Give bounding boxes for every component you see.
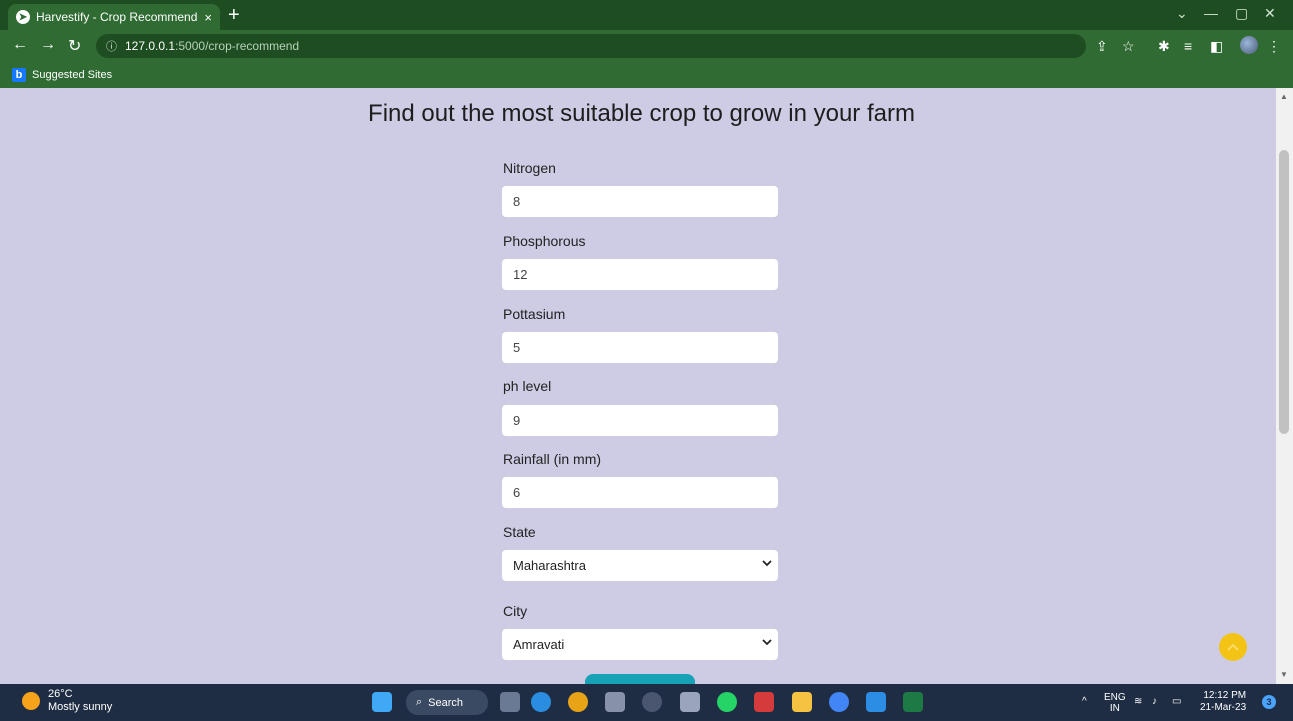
- lang-top: ENG: [1104, 692, 1126, 703]
- close-window-icon[interactable]: ✕: [1264, 5, 1276, 22]
- menu-kebab-icon[interactable]: ⋮: [1267, 38, 1281, 55]
- windows-taskbar: 26°C Mostly sunny ⌕ Search ^ ENG IN ≋ ♪ …: [0, 684, 1293, 721]
- reload-icon[interactable]: ↻: [68, 36, 81, 56]
- state-select[interactable]: Maharashtra: [502, 550, 778, 581]
- search-icon: ⌕: [416, 696, 423, 708]
- extensions-icon[interactable]: ✱: [1158, 38, 1170, 55]
- pottasium-label: Pottasium: [503, 306, 566, 322]
- lang-bottom: IN: [1109, 703, 1120, 714]
- rainfall-label: Rainfall (in mm): [503, 451, 602, 467]
- tab-search-chevron-icon[interactable]: ⌄: [1176, 5, 1188, 22]
- city-selected-value: Amravati: [513, 637, 565, 652]
- site-favicon-icon: ➤: [16, 10, 30, 24]
- pottasium-input[interactable]: 5: [502, 332, 778, 363]
- chevron-down-icon: [762, 639, 772, 646]
- vscode-icon[interactable]: [866, 692, 886, 712]
- scrollbar-thumb[interactable]: [1279, 150, 1289, 434]
- phosphorous-input[interactable]: 12: [502, 259, 778, 290]
- address-bar-row: ← → ↻ ⓘ 127.0.0.1 :5000/crop-recommend ⇪…: [0, 30, 1293, 62]
- forward-arrow-icon[interactable]: →: [40, 36, 56, 54]
- sunny-weather-icon: [22, 692, 40, 710]
- chevron-up-icon: [1227, 643, 1239, 651]
- media-app-icon[interactable]: [754, 692, 774, 712]
- temperature: 26°C: [48, 688, 73, 700]
- bookmark-star-icon[interactable]: ☆: [1122, 38, 1135, 55]
- windows-start-icon[interactable]: [372, 692, 392, 712]
- browser-tab[interactable]: ➤ Harvestify - Crop Recommendati ×: [8, 4, 220, 30]
- tab-title: Harvestify - Crop Recommendati: [36, 10, 199, 24]
- back-to-top-button[interactable]: [1219, 633, 1247, 661]
- city-label: City: [503, 603, 528, 619]
- restore-icon[interactable]: ▢: [1235, 5, 1248, 22]
- media-player-icon[interactable]: [642, 692, 662, 712]
- task-view-icon[interactable]: [500, 692, 520, 712]
- profile-avatar[interactable]: [1240, 36, 1258, 54]
- state-selected-value: Maharashtra: [513, 558, 586, 573]
- minimize-icon[interactable]: —: [1204, 5, 1218, 21]
- tray-chevron-up-icon[interactable]: ^: [1082, 696, 1087, 707]
- whatsapp-icon[interactable]: [717, 692, 737, 712]
- ph-level-label: ph level: [503, 378, 552, 394]
- new-tab-button[interactable]: +: [228, 5, 240, 25]
- site-info-icon[interactable]: ⓘ: [106, 38, 117, 54]
- phosphorous-label: Phosphorous: [503, 233, 586, 249]
- page-content: Find out the most suitable crop to grow …: [0, 88, 1276, 684]
- back-arrow-icon[interactable]: ←: [12, 36, 28, 54]
- weather-widget[interactable]: 26°C Mostly sunny: [22, 688, 112, 714]
- share-icon[interactable]: ⇪: [1096, 38, 1108, 55]
- file-explorer-icon[interactable]: [792, 692, 812, 712]
- battery-icon[interactable]: ▭: [1172, 696, 1181, 707]
- chrome-icon[interactable]: [568, 692, 588, 712]
- notification-badge[interactable]: 3: [1262, 695, 1276, 709]
- bookmark-suggested-sites[interactable]: Suggested Sites: [32, 69, 112, 81]
- reading-list-icon[interactable]: ≡: [1184, 38, 1192, 54]
- taskbar-search[interactable]: ⌕ Search: [406, 690, 488, 715]
- edge-icon[interactable]: [531, 692, 551, 712]
- language-indicator[interactable]: ENG IN: [1104, 692, 1126, 714]
- side-panel-icon[interactable]: ◧: [1210, 38, 1223, 55]
- nitrogen-label: Nitrogen: [503, 160, 556, 176]
- predict-button[interactable]: [585, 674, 695, 684]
- clock-time: 12:12 PM: [1203, 690, 1247, 701]
- page-scrollbar[interactable]: ▲ ▼: [1276, 88, 1293, 684]
- system-clock[interactable]: 12:12 PM 21-Mar-23: [1200, 690, 1246, 714]
- city-select[interactable]: Amravati: [502, 629, 778, 660]
- scroll-down-arrow-icon[interactable]: ▼: [1280, 670, 1288, 679]
- state-label: State: [503, 524, 536, 540]
- url-path: :5000/crop-recommend: [175, 39, 300, 53]
- terminal-icon[interactable]: [605, 692, 625, 712]
- weather-text: Mostly sunny: [48, 701, 113, 713]
- bing-icon: b: [12, 68, 26, 82]
- clock-date: 21-Mar-23: [1200, 702, 1247, 713]
- rainfall-input[interactable]: 6: [502, 477, 778, 508]
- url-field[interactable]: ⓘ 127.0.0.1 :5000/crop-recommend: [96, 34, 1086, 58]
- settings-gear-icon[interactable]: [680, 692, 700, 712]
- bookmarks-bar: b Suggested Sites: [0, 62, 1293, 88]
- browser-tab-bar: ➤ Harvestify - Crop Recommendati × + ⌄ —…: [0, 0, 1293, 30]
- page-title: Find out the most suitable crop to grow …: [368, 100, 915, 127]
- chevron-down-icon: [762, 560, 772, 567]
- tab-close-icon[interactable]: ×: [204, 10, 212, 25]
- taskbar-search-label: Search: [428, 696, 464, 709]
- volume-icon[interactable]: ♪: [1152, 696, 1157, 707]
- nitrogen-input[interactable]: 8: [502, 186, 778, 217]
- url-host: 127.0.0.1: [125, 39, 176, 53]
- chrome-profile-icon[interactable]: [829, 692, 849, 712]
- ph-level-input[interactable]: 9: [502, 405, 778, 436]
- excel-icon[interactable]: [903, 692, 923, 712]
- wifi-icon[interactable]: ≋: [1134, 696, 1142, 707]
- scroll-up-arrow-icon[interactable]: ▲: [1280, 92, 1288, 101]
